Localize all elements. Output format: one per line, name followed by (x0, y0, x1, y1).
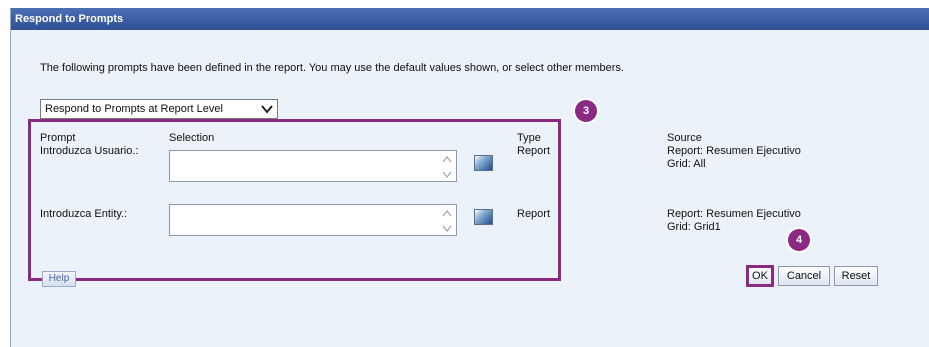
ok-button[interactable]: OK (746, 265, 774, 287)
prompt-level-select[interactable]: Respond to Prompts at Report Level (40, 99, 278, 119)
header-source: Source (667, 132, 702, 144)
type-entity: Report (517, 208, 551, 220)
source-entity-grid: Grid: Grid1 (667, 221, 721, 233)
header-prompt: Prompt (40, 132, 76, 144)
callout-badge-3: 3 (575, 100, 597, 122)
scroll-down-icon[interactable] (442, 225, 452, 233)
dialog-title: Respond to Prompts (11, 8, 929, 30)
cancel-button[interactable]: Cancel (778, 266, 830, 286)
source-usuario-report: Report: Resumen Ejecutivo (667, 145, 801, 157)
prompt-level-value: Respond to Prompts at Report Level (45, 103, 223, 115)
type-usuario: Report (517, 145, 551, 157)
scroll-down-icon[interactable] (442, 171, 452, 179)
callout-badge-4: 4 (788, 229, 810, 251)
entity-selection-field[interactable] (169, 204, 457, 236)
help-button[interactable]: Help (42, 271, 76, 287)
member-selector-icon[interactable] (474, 155, 493, 171)
header-type: Type (517, 132, 541, 144)
reset-button[interactable]: Reset (834, 266, 878, 286)
prompt-label-usuario: Introduzca Usuario.: (40, 145, 139, 157)
member-selector-icon[interactable] (474, 209, 493, 225)
callout-box-prompts (28, 119, 561, 281)
respond-to-prompts-dialog: Respond to Prompts The following prompts… (10, 8, 929, 347)
prompt-label-entity: Introduzca Entity.: (40, 208, 128, 220)
chevron-down-icon (261, 105, 273, 114)
source-entity-report: Report: Resumen Ejecutivo (667, 208, 801, 220)
scroll-up-icon[interactable] (442, 155, 452, 163)
intro-text: The following prompts have been defined … (40, 62, 624, 74)
source-usuario-grid: Grid: All (667, 158, 706, 170)
header-selection: Selection (169, 132, 215, 144)
scroll-up-icon[interactable] (442, 209, 452, 217)
usuario-selection-field[interactable] (169, 150, 457, 182)
